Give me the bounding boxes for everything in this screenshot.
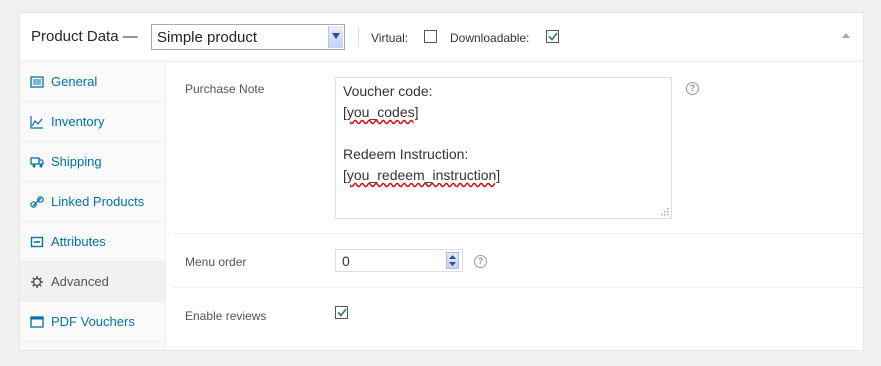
tab-label: Advanced [51,274,109,289]
textarea-line: Voucher code: [343,83,433,99]
product-type-select[interactable]: Simple product [151,24,345,50]
tab-label: General [51,74,98,89]
spinner-arrows-icon [449,255,456,266]
textarea-line: [you_codes] [343,104,419,120]
downloadable-label: Downloadable: [450,31,530,45]
purchase-note-textarea[interactable]: Voucher code: [you_codes] Redeem Instruc… [335,77,672,219]
textarea-line: Redeem Instruction: [343,146,469,162]
help-icon[interactable]: ? [686,82,699,95]
menu-order-label: Menu order [185,255,247,269]
number-spinner[interactable] [446,252,459,269]
help-icon[interactable]: ? [474,255,487,268]
tab-attributes[interactable]: Attributes [20,222,165,262]
tab-inventory[interactable]: Inventory [20,102,165,142]
enable-reviews-label: Enable reviews [185,309,267,323]
enable-reviews-checkbox[interactable] [335,306,348,319]
panel-header: Product Data — Simple product Virtual: D… [20,13,863,62]
product-type-value: Simple product [157,29,258,46]
tab-label: Shipping [51,154,102,169]
divider [173,233,863,234]
divider [173,287,863,288]
gear-icon [31,276,43,288]
product-data-tabs: General Inventory Shipping Linked Produc… [20,62,166,350]
chart-line-icon [30,116,43,129]
collapse-toggle-icon[interactable] [842,33,850,38]
tab-label: Inventory [51,114,105,129]
link-icon [30,196,44,208]
product-data-panel: Product Data — Simple product Virtual: D… [19,12,864,351]
tab-pdf-vouchers[interactable]: PDF Vouchers [20,302,165,342]
header-divider [358,27,359,47]
tab-linked-products[interactable]: Linked Products [20,182,165,222]
virtual-label: Virtual: [371,31,409,45]
panel-title: Product Data — [31,28,138,45]
purchase-note-label: Purchase Note [185,82,265,96]
tab-shipping[interactable]: Shipping [20,142,165,182]
check-icon [337,308,347,317]
menu-order-value: 0 [342,253,350,269]
menu-order-input[interactable]: 0 [335,249,463,272]
check-icon [548,32,558,41]
virtual-checkbox[interactable] [424,30,437,43]
tab-general[interactable]: General [20,62,165,102]
resize-handle-icon[interactable] [660,207,669,216]
grid-icon [30,76,44,88]
attribute-icon [30,236,44,248]
window-icon [30,316,44,328]
advanced-panel: Purchase Note Voucher code: [you_codes] … [166,62,863,350]
tab-label: Linked Products [51,194,145,209]
truck-icon [30,157,44,168]
tab-label: Attributes [51,234,106,249]
dropdown-arrow-icon[interactable] [328,26,343,48]
tab-label: PDF Vouchers [51,314,135,329]
tab-advanced[interactable]: Advanced [20,262,165,302]
downloadable-checkbox[interactable] [546,30,559,43]
textarea-line: [you_redeem_instruction] [343,167,501,183]
